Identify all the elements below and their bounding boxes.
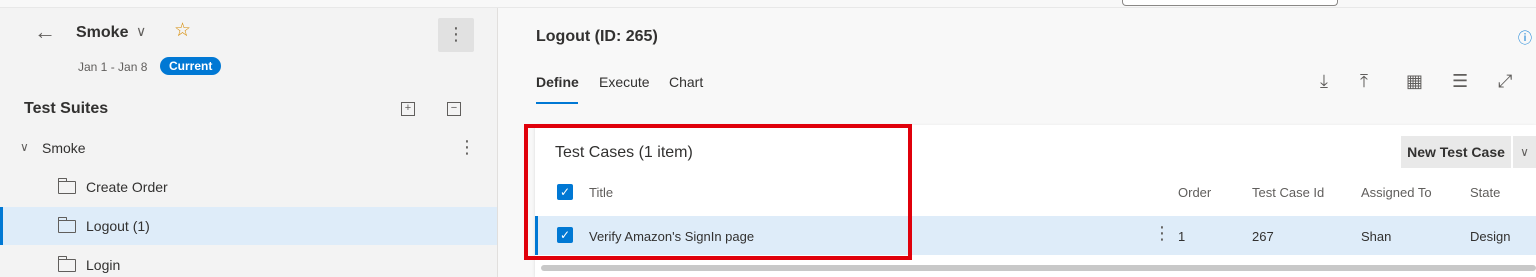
plan-dates: Jan 1 - Jan 8 [78, 60, 148, 74]
right-pane: Logout (ID: 265) ⓘ Define Execute Chart … [498, 8, 1536, 277]
plan-name[interactable]: Smoke [76, 24, 128, 42]
more-options-icon[interactable]: ⋮ [458, 137, 476, 158]
tree-item-logout[interactable]: Logout (1) [0, 207, 497, 245]
export-download-icon[interactable]: ⤓ [1320, 72, 1328, 90]
back-arrow-icon[interactable]: ← [34, 21, 56, 43]
folder-icon [58, 178, 76, 194]
import-upload-icon[interactable]: ⤒ [1360, 72, 1368, 90]
cell-test-case-id: 267 [1252, 229, 1274, 244]
help-icon[interactable]: ⓘ [1518, 28, 1532, 48]
tree-item-label: Logout (1) [86, 218, 150, 234]
column-header-test-case-id[interactable]: Test Case Id [1252, 185, 1324, 200]
tree-item-label: Smoke [42, 140, 86, 156]
active-tab-indicator [536, 102, 578, 104]
chevron-down-icon[interactable]: ∨ [136, 23, 146, 40]
tree-item-label: Login [86, 257, 121, 273]
favorite-star-icon[interactable]: ☆ [174, 19, 191, 42]
tree-item-label: Create Order [86, 179, 168, 195]
row-more-options-icon[interactable]: ⋮ [1153, 223, 1171, 244]
tab-define[interactable]: Define [536, 74, 579, 90]
test-cases-heading: Test Cases (1 item) [555, 144, 693, 161]
plan-more-options-button[interactable]: ⋮ [438, 18, 474, 52]
table-row[interactable]: ✓ Verify Amazon's SignIn page ⋮ 1 267 Sh… [535, 216, 1536, 255]
column-header-order[interactable]: Order [1178, 185, 1211, 200]
new-test-case-dropdown-icon[interactable]: ∨ [1513, 136, 1536, 168]
horizontal-scrollbar[interactable] [541, 265, 1536, 271]
column-header-state[interactable]: State [1470, 185, 1500, 200]
select-all-checkbox[interactable]: ✓ [557, 184, 573, 200]
expand-all-icon[interactable]: + [401, 102, 415, 116]
new-test-case-button[interactable]: New Test Case [1401, 136, 1511, 168]
column-header-title[interactable]: Title [589, 185, 613, 200]
folder-icon [58, 217, 76, 233]
cell-assigned-to: Shan [1361, 229, 1392, 244]
tree-item-login[interactable]: Login [0, 246, 497, 277]
tree-item-create-order[interactable]: Create Order [0, 168, 497, 206]
page-title: Logout (ID: 265) [536, 28, 658, 45]
tab-execute[interactable]: Execute [599, 74, 650, 90]
column-header-assigned-to[interactable]: Assigned To [1361, 185, 1432, 200]
top-strip [0, 0, 1536, 8]
left-pane: ← Smoke ∨ ☆ ⋮ Jan 1 - Jan 8 Current Test… [0, 8, 497, 277]
folder-icon [58, 256, 76, 272]
cell-order: 1 [1178, 229, 1186, 244]
search-box[interactable] [1122, 0, 1338, 6]
status-badge: Current [160, 57, 222, 75]
test-cases-panel: Test Cases (1 item) New Test Case ∨ ✓ Ti… [535, 125, 1536, 277]
grid-view-icon[interactable]: ▦ [1406, 72, 1423, 90]
collapse-all-icon[interactable]: − [447, 102, 461, 116]
row-checkbox[interactable]: ✓ [557, 227, 573, 243]
tree-item-smoke[interactable]: ∨ Smoke ⋮ [0, 129, 497, 167]
fullscreen-icon[interactable]: ⤢ [1498, 72, 1512, 90]
cell-state: Design [1470, 229, 1511, 244]
test-suites-heading: Test Suites [24, 100, 109, 117]
tab-chart[interactable]: Chart [669, 74, 703, 90]
column-options-icon[interactable]: ☰ [1452, 72, 1468, 90]
cell-title[interactable]: Verify Amazon's SignIn page [589, 229, 754, 244]
chevron-down-icon[interactable]: ∨ [20, 140, 29, 154]
